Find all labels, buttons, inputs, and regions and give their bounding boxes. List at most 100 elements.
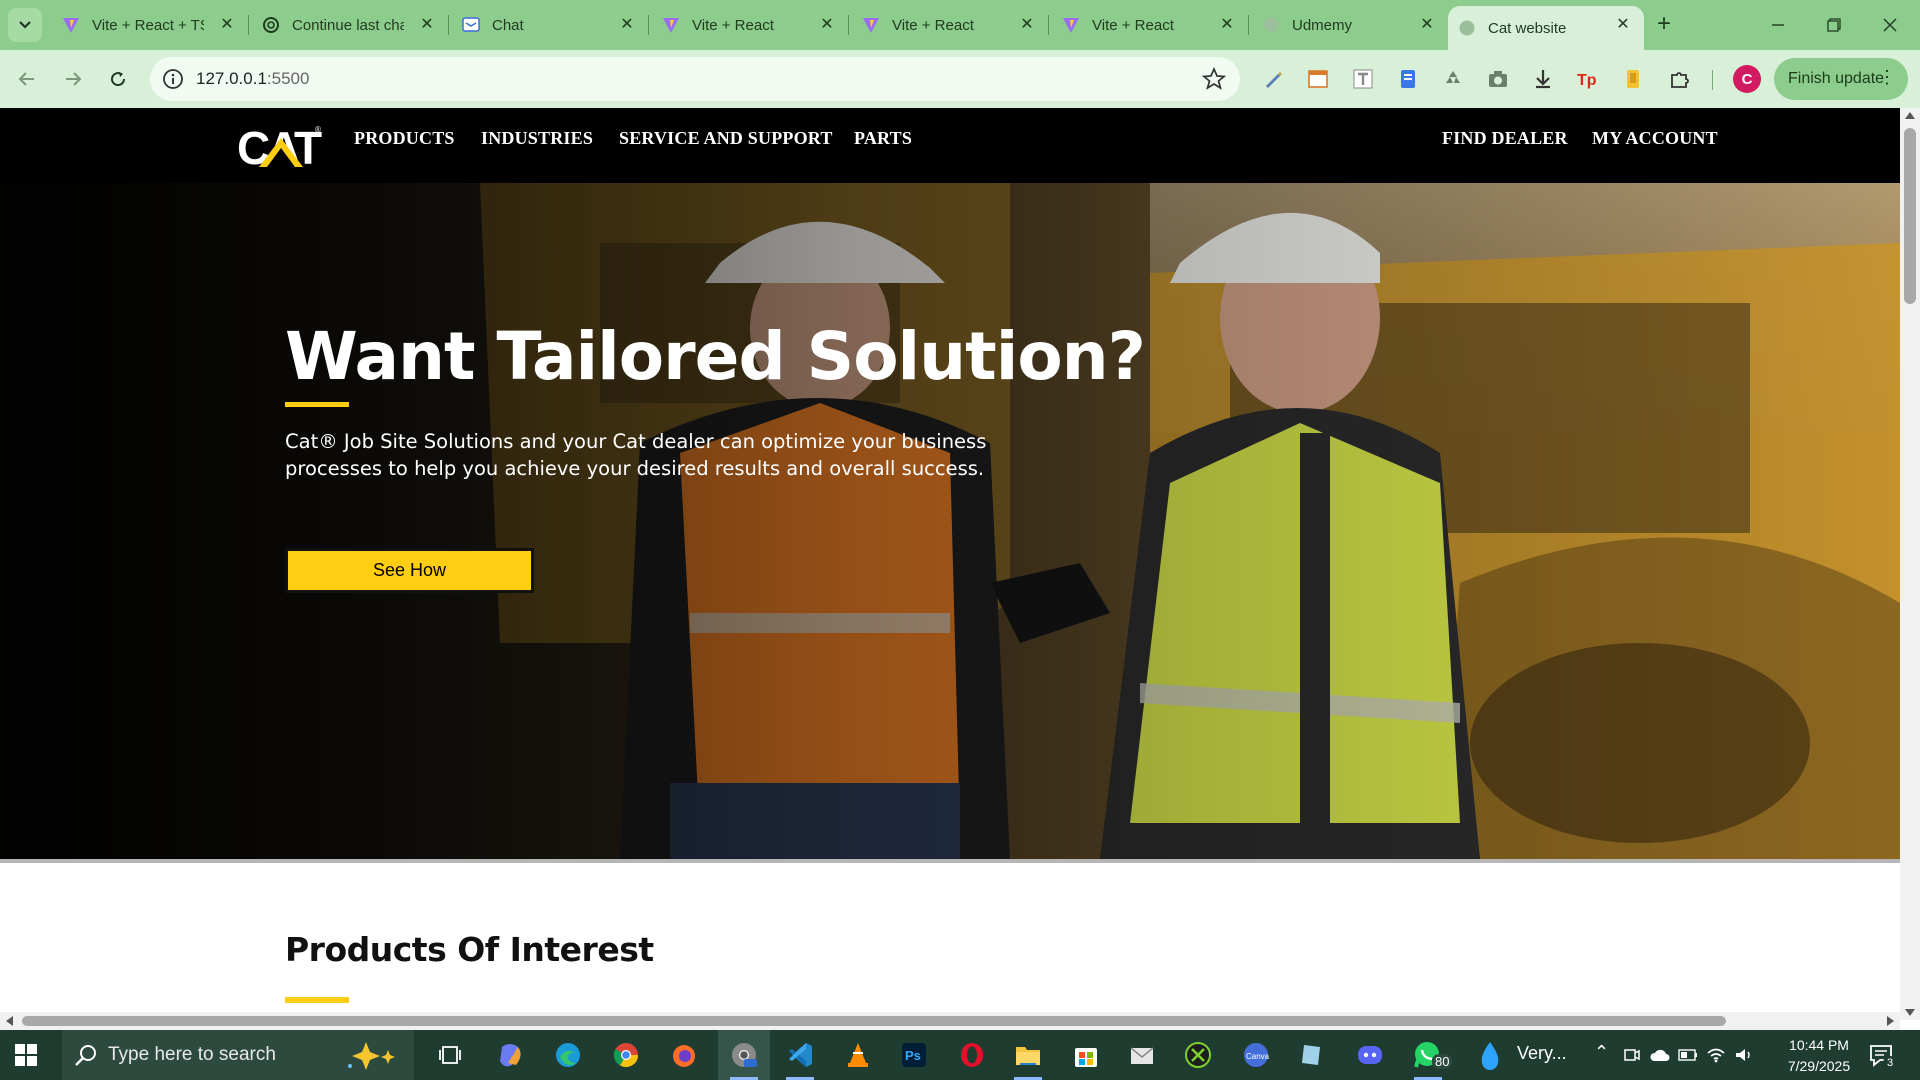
tab-chat[interactable]: Chat ✕	[452, 6, 648, 44]
close-icon[interactable]: ✕	[618, 16, 636, 34]
close-icon[interactable]: ✕	[1418, 16, 1436, 34]
weather-text[interactable]: Very...	[1517, 1043, 1567, 1064]
camera-extension-icon[interactable]	[1485, 66, 1511, 92]
close-window-button[interactable]	[1870, 8, 1910, 42]
download-icon[interactable]	[1530, 66, 1556, 92]
opera-icon[interactable]	[956, 1039, 988, 1071]
pen-extension-icon[interactable]	[1260, 66, 1286, 92]
scroll-down-arrow[interactable]	[1905, 1009, 1915, 1016]
vite-icon	[662, 16, 680, 34]
scroll-left-arrow[interactable]	[6, 1016, 13, 1026]
discord-icon[interactable]	[1354, 1039, 1386, 1071]
nav-industries[interactable]: INDUSTRIES	[481, 128, 593, 149]
new-tab-button[interactable]: +	[1650, 10, 1678, 38]
forward-button[interactable]	[58, 64, 88, 94]
close-icon[interactable]: ✕	[1018, 16, 1036, 34]
wifi-icon[interactable]	[1704, 1039, 1728, 1071]
xbox-icon[interactable]	[1182, 1039, 1214, 1071]
browser-tab-bar: Vite + React + TS ✕ Continue last chat ✕…	[0, 0, 1920, 50]
notification-center-button[interactable]: 3	[1868, 1042, 1897, 1070]
tab-udmemy[interactable]: Udmemy ✕	[1252, 6, 1448, 44]
task-view-icon[interactable]	[434, 1039, 466, 1071]
horizontal-scroll-thumb[interactable]	[22, 1016, 1726, 1026]
microsoft-store-icon[interactable]	[1070, 1039, 1102, 1071]
tab-vite-react-ts[interactable]: Vite + React + TS ✕	[52, 6, 248, 44]
reload-icon	[111, 72, 126, 87]
battery-icon[interactable]	[1676, 1039, 1700, 1071]
tab-vite-react-3[interactable]: Vite + React ✕	[1052, 6, 1248, 44]
meet-now-icon[interactable]	[1620, 1039, 1644, 1071]
file-explorer-icon[interactable]	[1012, 1039, 1044, 1071]
tab-vite-react-1[interactable]: Vite + React ✕	[652, 6, 848, 44]
nav-my-account[interactable]: MY ACCOUNT	[1592, 128, 1718, 149]
search-placeholder: Type here to search	[108, 1044, 276, 1065]
close-icon[interactable]: ✕	[418, 16, 436, 34]
close-icon[interactable]: ✕	[818, 16, 836, 34]
taskbar-search-box[interactable]: Type here to search	[62, 1030, 414, 1080]
tab-title: Vite + React	[892, 16, 974, 34]
horizontal-scrollbar[interactable]	[0, 1012, 1900, 1030]
finish-update-label: Finish update	[1788, 70, 1885, 87]
reload-button[interactable]	[103, 64, 133, 94]
sidebar-extension-icon[interactable]	[1305, 66, 1331, 92]
firefox-icon[interactable]	[668, 1039, 700, 1071]
tab-search-button[interactable]	[8, 8, 42, 42]
arrow-right-icon	[66, 72, 82, 86]
scroll-right-arrow[interactable]	[1887, 1016, 1894, 1026]
windows-start-icon[interactable]	[14, 1043, 38, 1067]
vscode-icon[interactable]	[784, 1039, 816, 1071]
vertical-scroll-thumb[interactable]	[1904, 128, 1916, 304]
nav-products[interactable]: PRODUCTS	[354, 128, 455, 149]
weather-drop-icon[interactable]	[1474, 1039, 1506, 1071]
hero-banner: Want Tailored Solution? Cat® Job Site So…	[0, 183, 1900, 859]
finish-update-button[interactable]: Finish update ⋮	[1774, 58, 1908, 100]
tab-title: Chat	[492, 16, 524, 34]
chevron-up-icon[interactable]: ⌃	[1594, 1042, 1609, 1063]
chrome-icon[interactable]	[610, 1039, 642, 1071]
minimize-button[interactable]	[1758, 8, 1798, 42]
nav-find-dealer[interactable]: FIND DEALER	[1442, 128, 1568, 149]
url-text[interactable]: 127.0.0.1:5500	[196, 69, 309, 89]
close-icon[interactable]: ✕	[1218, 16, 1236, 34]
vertical-scrollbar[interactable]	[1900, 108, 1920, 1020]
bookmark-extension-icon[interactable]	[1620, 66, 1646, 92]
products-section-title: Products Of Interest	[285, 930, 654, 969]
volume-icon[interactable]	[1732, 1039, 1756, 1071]
tab-cat-website[interactable]: Cat website ✕	[1448, 6, 1644, 50]
chrome-dev-icon[interactable]	[728, 1039, 760, 1071]
scroll-up-arrow[interactable]	[1905, 112, 1915, 119]
system-clock[interactable]: 10:44 PM 7/29/2025	[1780, 1035, 1858, 1077]
edge-icon[interactable]	[552, 1039, 584, 1071]
notes-app-icon[interactable]	[1296, 1039, 1328, 1071]
site-info-icon[interactable]	[162, 68, 184, 90]
section-divider	[0, 859, 1900, 863]
vite-icon	[62, 16, 80, 34]
nav-parts[interactable]: PARTS	[854, 128, 912, 149]
address-bar[interactable]: 127.0.0.1:5500	[150, 57, 1240, 101]
text-extension-icon[interactable]	[1350, 66, 1376, 92]
tab-continue-last-chat[interactable]: Continue last chat ✕	[252, 6, 448, 44]
canva-icon[interactable]: Canva	[1240, 1039, 1272, 1071]
restore-button[interactable]	[1814, 8, 1854, 42]
extensions-puzzle-icon[interactable]	[1667, 66, 1693, 92]
tab-vite-react-2[interactable]: Vite + React ✕	[852, 6, 1048, 44]
profile-avatar[interactable]: C	[1733, 65, 1761, 93]
copilot-icon[interactable]	[494, 1039, 526, 1071]
bookmark-star-icon[interactable]	[1202, 67, 1226, 91]
close-icon[interactable]: ✕	[1614, 16, 1632, 34]
copilot-sparkle-icon	[348, 1042, 395, 1070]
docs-extension-icon[interactable]	[1395, 66, 1421, 92]
nav-service-and-support[interactable]: SERVICE AND SUPPORT	[619, 128, 833, 149]
see-how-button[interactable]: See How	[285, 548, 534, 593]
vlc-icon[interactable]	[842, 1039, 874, 1071]
products-title-underline	[285, 997, 349, 1003]
onedrive-icon[interactable]	[1648, 1039, 1672, 1071]
recycle-extension-icon[interactable]	[1440, 66, 1466, 92]
photoshop-icon[interactable]: Ps	[898, 1039, 930, 1071]
cat-logo[interactable]: CAT ®	[237, 120, 323, 172]
mail-icon[interactable]	[1126, 1039, 1158, 1071]
back-button[interactable]	[12, 64, 42, 94]
close-icon[interactable]: ✕	[218, 16, 236, 34]
restore-icon	[1827, 18, 1841, 32]
tp-extension-icon[interactable]: Tp	[1575, 66, 1601, 92]
